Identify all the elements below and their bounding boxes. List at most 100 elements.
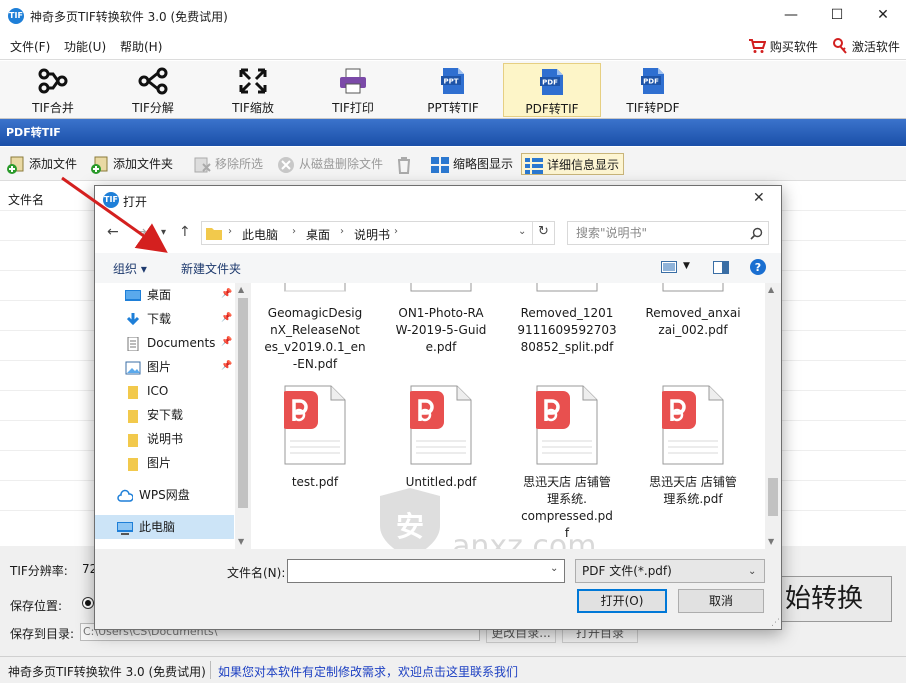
close-button[interactable]: ✕ xyxy=(860,0,906,32)
column-header-filename[interactable]: 文件名 xyxy=(8,191,44,208)
main-toolbar: TIF合并 TIF分解 TIF缩放 TIF打印 PPT PPT转TIF PDF … xyxy=(0,61,906,119)
pdf-file-icon[interactable] xyxy=(662,385,724,465)
pdf-file-icon[interactable] xyxy=(536,385,598,465)
add-file-button[interactable]: 添加文件 xyxy=(6,153,77,175)
file-type-select[interactable]: PDF 文件(*.pdf) ⌄ xyxy=(575,559,765,583)
refresh-icon[interactable]: ↻ xyxy=(538,224,549,239)
up-arrow-icon[interactable]: ↑ xyxy=(179,224,191,240)
breadcrumb-this-pc[interactable]: 此电脑 xyxy=(242,226,278,243)
pdf-file-icon[interactable] xyxy=(284,385,346,465)
breadcrumb-desktop[interactable]: 桌面 xyxy=(306,226,330,243)
file-name-line: Removed_anxai xyxy=(645,306,741,320)
filename-input[interactable]: ⌄ xyxy=(287,559,565,583)
pdf-file-icon[interactable] xyxy=(410,385,472,465)
nav-item-pictures-folder[interactable]: 图片 xyxy=(125,452,171,474)
file-name-removed-anxaizai[interactable]: Removed_anxai zai_002.pdf xyxy=(630,305,756,339)
file-name-line: 9111609592703 xyxy=(517,323,617,337)
file-scroll-thumb[interactable] xyxy=(768,478,778,516)
nav-item-label: 说明书 xyxy=(147,432,184,446)
add-folder-label: 添加文件夹 xyxy=(113,157,174,171)
minimize-button[interactable]: — xyxy=(768,0,814,32)
file-name-test[interactable]: test.pdf xyxy=(252,474,378,491)
menu-file[interactable]: 文件(F) xyxy=(10,38,50,55)
detail-view-button[interactable]: 详细信息显示 xyxy=(521,153,625,175)
radio-dot xyxy=(85,600,91,606)
address-dropdown-icon[interactable]: ⌄ xyxy=(518,226,526,237)
menu-function[interactable]: 功能(U) xyxy=(64,38,106,55)
remove-selected-button[interactable]: 移除所选 xyxy=(192,153,263,175)
remove-selected-label: 移除所选 xyxy=(215,157,264,171)
help-icon[interactable]: ? xyxy=(749,258,767,276)
tool-tif-split[interactable]: TIF分解 xyxy=(104,63,202,117)
preview-pane-icon[interactable] xyxy=(713,261,729,274)
scroll-up-icon[interactable]: ▲ xyxy=(768,285,774,294)
nav-item-this-pc[interactable]: 此电脑 xyxy=(117,516,175,538)
nav-item-desktop[interactable]: 桌面 xyxy=(125,284,171,306)
nav-scroll-thumb[interactable] xyxy=(238,298,248,508)
back-arrow-icon[interactable]: ← xyxy=(107,224,119,240)
svg-text:PDF: PDF xyxy=(643,78,659,86)
open-button[interactable]: 打开(O) xyxy=(577,589,667,613)
nav-item-documents[interactable]: Documents xyxy=(125,332,215,354)
thumbnail-view-label: 缩略图显示 xyxy=(453,157,514,171)
pdf-file-thumbnail[interactable] xyxy=(536,283,598,297)
folder-icon xyxy=(128,457,138,471)
activate-software-link[interactable]: 激活软件 xyxy=(832,38,900,55)
nav-item-label: 此电脑 xyxy=(139,520,176,534)
scroll-down-icon[interactable]: ▼ xyxy=(238,537,244,546)
pdf-file-thumbnail[interactable] xyxy=(662,283,724,297)
pdf-file-thumbnail[interactable] xyxy=(284,283,346,297)
resize-grip-icon[interactable]: ⋰ xyxy=(771,618,780,628)
nav-item-manual[interactable]: 说明书 xyxy=(125,428,183,450)
address-bar[interactable]: › 此电脑 › 桌面 › 说明书 › ⌄ ↻ xyxy=(201,221,555,245)
cancel-button[interactable]: 取消 xyxy=(678,589,764,613)
search-input[interactable]: 搜索"说明书" xyxy=(567,221,769,245)
tool-pdf-to-tif[interactable]: PDF PDF转TIF xyxy=(503,63,601,117)
add-folder-button[interactable]: 添加文件夹 xyxy=(90,153,173,175)
recent-locations-chevron-icon[interactable]: ▾ xyxy=(161,227,166,238)
nav-item-anxiazai[interactable]: 安下载 xyxy=(125,404,183,426)
file-name-removed-split[interactable]: Removed_1201 9111609592703 80852_split.p… xyxy=(504,305,630,356)
search-placeholder: 搜索"说明书" xyxy=(576,226,648,240)
contact-link[interactable]: 如果您对本软件有定制修改需求，欢迎点击这里联系我们 xyxy=(218,663,518,680)
tool-ppt-to-tif[interactable]: PPT PPT转TIF xyxy=(404,63,502,117)
nav-item-pictures[interactable]: 图片 xyxy=(125,356,171,378)
file-name-on1-photo[interactable]: ON1-Photo-RA W-2019-5-Guid e.pdf xyxy=(378,305,504,356)
file-name-sixun[interactable]: 思迅天店 店铺管 理系统.pdf xyxy=(630,474,756,508)
tool-tif-print[interactable]: TIF打印 xyxy=(304,63,402,117)
dialog-close-button[interactable]: ✕ xyxy=(753,190,765,206)
view-options-icon[interactable] xyxy=(661,261,677,273)
menu-help[interactable]: 帮助(H) xyxy=(120,38,162,55)
tool-tif-to-pdf[interactable]: PDF TIF转PDF xyxy=(604,63,702,117)
buy-software-link[interactable]: 购买软件 xyxy=(748,38,818,55)
tool-label: TIF转PDF xyxy=(626,101,680,115)
detail-view-label: 详细信息显示 xyxy=(547,158,620,172)
nav-item-wps-cloud[interactable]: WPS网盘 xyxy=(117,484,190,506)
file-name-geomagic[interactable]: GeomagicDesig nX_ReleaseNot es_v2019.0.1… xyxy=(252,305,378,373)
thumbnail-view-button[interactable]: 缩略图显示 xyxy=(430,153,513,175)
trash-button[interactable] xyxy=(394,153,417,175)
maximize-button[interactable]: ☐ xyxy=(814,0,860,32)
save-location-radio[interactable] xyxy=(82,597,94,609)
folder-icon xyxy=(128,433,138,447)
forward-arrow-icon[interactable]: → xyxy=(135,224,147,240)
file-name-line: W-2019-5-Guid xyxy=(395,323,487,337)
view-dropdown-icon[interactable]: ▼ xyxy=(683,261,690,271)
breadcrumb-manual[interactable]: 说明书 xyxy=(354,226,390,243)
pictures-icon xyxy=(125,361,141,374)
nav-item-ico[interactable]: ICO xyxy=(125,380,168,402)
scroll-up-icon[interactable]: ▲ xyxy=(238,285,244,294)
open-file-dialog: TIF 打开 ✕ ← → ▾ ↑ › 此电脑 › 桌面 › 说明书 › ⌄ ↻ … xyxy=(94,185,782,630)
delete-from-disk-button[interactable]: 从磁盘删除文件 xyxy=(276,153,383,175)
section-title: PDF转TIF xyxy=(0,119,906,146)
filename-dropdown-icon[interactable]: ⌄ xyxy=(550,563,558,574)
new-folder-button[interactable]: 新建文件夹 xyxy=(181,260,241,277)
status-bar: 神奇多页TIF转换软件 3.0 (免费试用) 如果您对本软件有定制修改需求，欢迎… xyxy=(0,656,906,683)
tool-label: TIF分解 xyxy=(132,101,174,115)
tool-tif-resize[interactable]: TIF缩放 xyxy=(204,63,302,117)
scroll-down-icon[interactable]: ▼ xyxy=(768,537,774,546)
organize-menu[interactable]: 组织 ▾ xyxy=(113,260,147,277)
nav-item-downloads[interactable]: 下载 xyxy=(125,308,171,330)
pdf-file-thumbnail[interactable] xyxy=(410,283,472,297)
tool-tif-merge[interactable]: TIF合并 xyxy=(4,63,102,117)
